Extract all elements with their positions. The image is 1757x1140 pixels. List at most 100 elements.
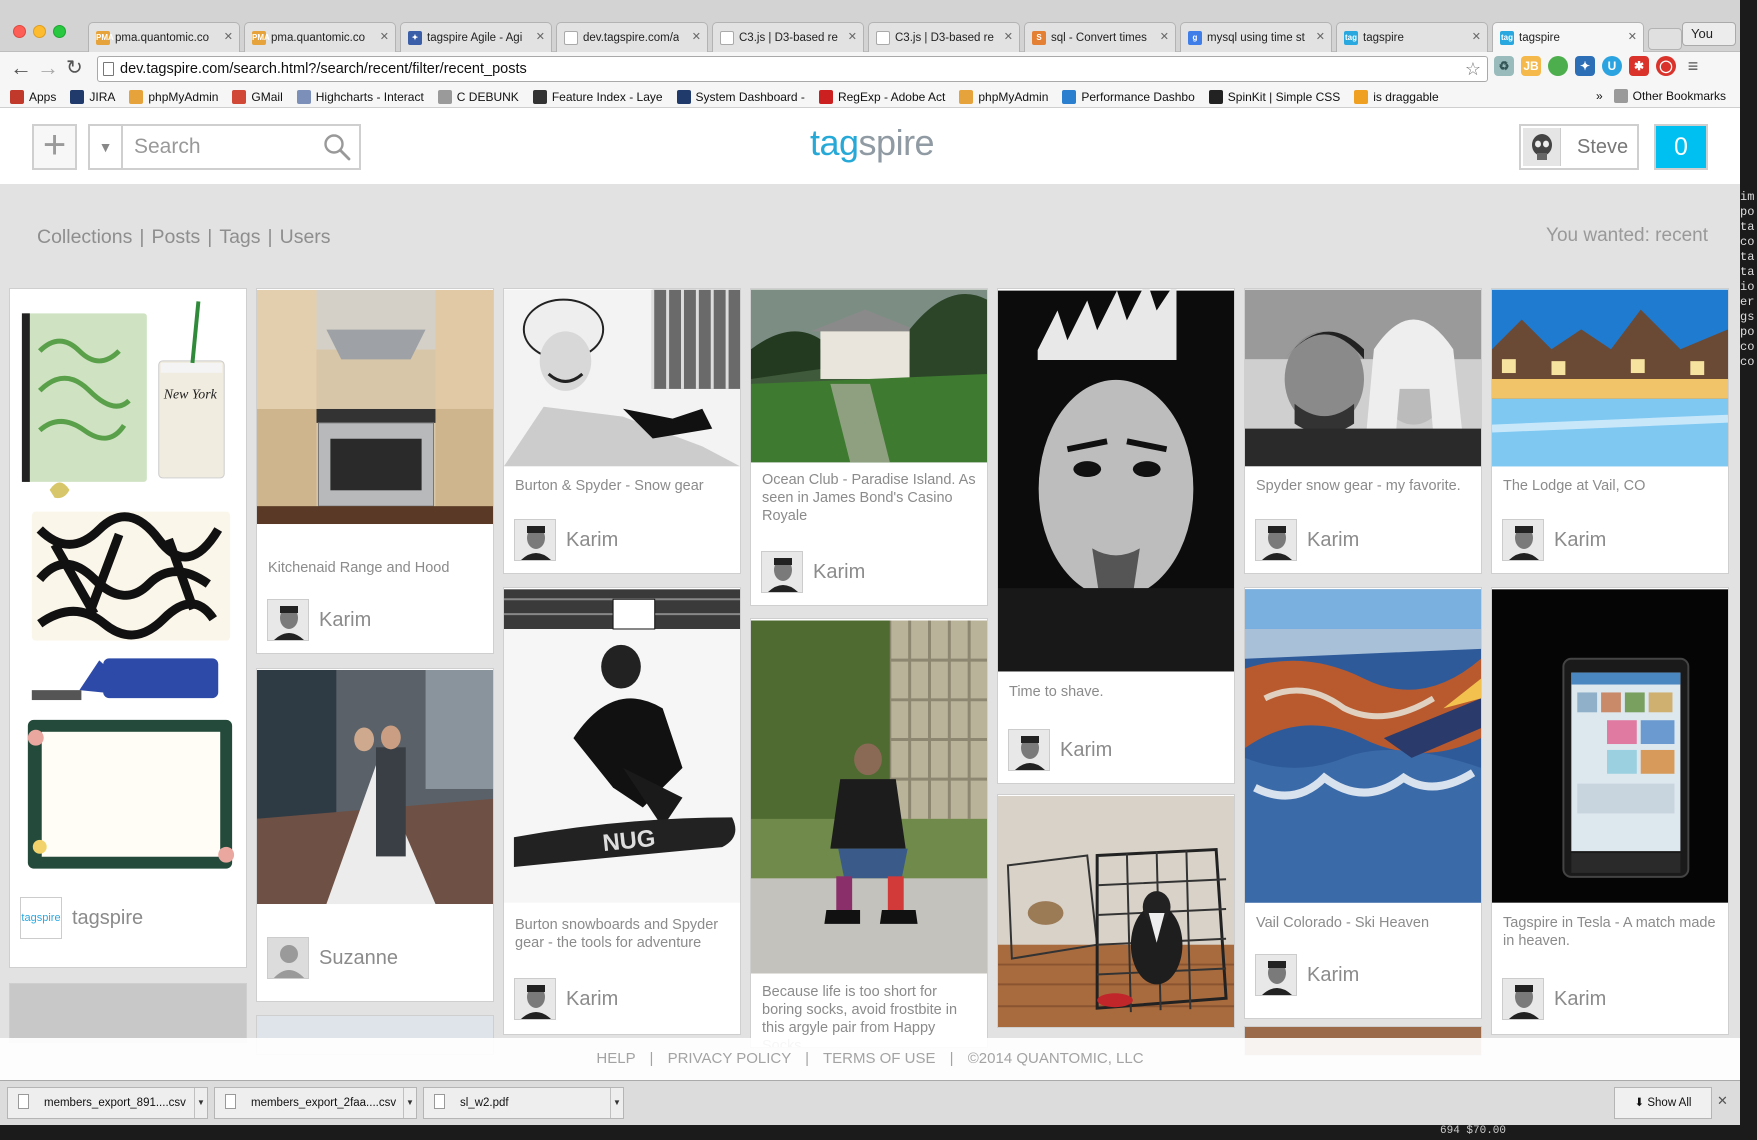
post-card[interactable]: Vail Colorado - Ski Heaven Karim [1244, 587, 1482, 1019]
bookmark-item[interactable]: Apps [10, 89, 56, 104]
post-author[interactable]: Karim [761, 551, 865, 593]
bookmark-item[interactable]: GMail [232, 89, 283, 104]
search-icon[interactable] [323, 133, 351, 161]
post-author[interactable]: Karim [514, 519, 618, 561]
bookmark-item[interactable]: phpMyAdmin [129, 89, 218, 104]
bookmark-item[interactable]: SpinKit | Simple CSS [1208, 89, 1340, 104]
post-card[interactable]: Burton & Spyder - Snow gear Karim [503, 288, 741, 574]
profile-button[interactable]: You [1682, 22, 1736, 46]
post-card[interactable]: Time to shave. Karim [997, 288, 1235, 784]
post-author[interactable]: Karim [1008, 729, 1112, 771]
back-arrow-icon[interactable]: ← [10, 56, 32, 80]
jb-extension-icon[interactable]: JB [1521, 56, 1541, 76]
post-author[interactable]: Karim [1502, 519, 1606, 561]
bookmark-star-icon[interactable]: ☆ [1465, 57, 1481, 81]
post-author[interactable]: Karim [1502, 978, 1606, 1020]
post-card[interactable]: Because life is too short for boring soc… [750, 618, 988, 1048]
browser-tab[interactable]: g mysql using time st ✕ [1180, 22, 1332, 52]
recycle-extension-icon[interactable]: ♻ [1494, 56, 1514, 76]
filter-tags[interactable]: Tags [219, 226, 260, 249]
post-card[interactable]: Ocean Club - Paradise Island. As seen in… [750, 288, 988, 606]
post-card[interactable]: Spyder snow gear - my favorite. Karim [1244, 288, 1482, 574]
bookmark-item[interactable]: phpMyAdmin [959, 89, 1048, 104]
post-card[interactable]: The Lodge at Vail, CO Karim [1491, 288, 1729, 574]
collection-card-partial[interactable] [9, 983, 247, 1043]
add-post-button[interactable]: + [32, 124, 77, 170]
collection-author[interactable]: tagspire tagspire [20, 897, 143, 939]
browser-tab[interactable]: dev.tagspire.com/a ✕ [556, 22, 708, 52]
minimize-window-button[interactable] [33, 25, 46, 38]
show-all-downloads-button[interactable]: ⬇ Show All [1614, 1087, 1712, 1119]
tab-close-icon[interactable]: ✕ [692, 30, 701, 43]
post-card[interactable] [997, 794, 1235, 1028]
reload-icon[interactable]: ↻ [66, 56, 83, 80]
bookmarks-overflow-button[interactable]: » [1596, 89, 1603, 103]
browser-tab[interactable]: PMA pma.quantomic.co ✕ [88, 22, 240, 52]
tab-close-icon[interactable]: ✕ [1160, 30, 1169, 43]
forward-arrow-icon[interactable]: → [37, 56, 59, 80]
bookmark-item[interactable]: C DEBUNK [437, 89, 519, 104]
footer-terms-link[interactable]: TERMS OF USE [823, 1050, 936, 1067]
browser-tab[interactable]: tag tagspire ✕ [1492, 22, 1644, 52]
green-extension-icon[interactable] [1548, 56, 1568, 76]
tab-close-icon[interactable]: ✕ [1004, 30, 1013, 43]
browser-tab[interactable]: tag tagspire ✕ [1336, 22, 1488, 52]
tab-close-icon[interactable]: ✕ [380, 30, 389, 43]
jira-extension-icon[interactable]: ✦ [1575, 56, 1595, 76]
bookmark-item[interactable]: JIRA [70, 89, 115, 104]
close-downloads-icon[interactable]: ✕ [1717, 1093, 1728, 1109]
user-menu[interactable]: Steve [1519, 124, 1639, 170]
tab-close-icon[interactable]: ✕ [1472, 30, 1481, 43]
post-author[interactable]: Karim [267, 599, 371, 641]
u-extension-icon[interactable]: U [1602, 56, 1622, 76]
filter-collections[interactable]: Collections [37, 226, 132, 249]
search-dropdown-button[interactable]: ▼ [90, 126, 123, 168]
download-item[interactable]: members_export_891....csv ▼ [7, 1087, 208, 1119]
collection-card[interactable]: New York tagspire tagspire [9, 288, 247, 968]
tab-close-icon[interactable]: ✕ [224, 30, 233, 43]
tagspire-logo[interactable]: tagspire [810, 122, 935, 164]
post-author[interactable]: Karim [514, 978, 618, 1020]
browser-tab[interactable]: C3.js | D3-based re ✕ [712, 22, 864, 52]
download-item[interactable]: sl_w2.pdf ▼ [423, 1087, 624, 1119]
post-card[interactable]: Kitchenaid Range and Hood Karim [256, 288, 494, 654]
post-author[interactable]: Karim [1255, 519, 1359, 561]
tab-close-icon[interactable]: ✕ [1628, 30, 1637, 43]
menu-icon[interactable]: ≡ [1683, 56, 1703, 76]
download-menu-button[interactable]: ▼ [194, 1088, 207, 1118]
bookmark-item[interactable]: RegExp - Adobe Act [818, 89, 945, 104]
footer-privacy-link[interactable]: PRIVACY POLICY [668, 1050, 791, 1067]
other-bookmarks[interactable]: Other Bookmarks [1613, 89, 1726, 103]
new-tab-button[interactable] [1648, 28, 1682, 50]
bookmark-item[interactable]: is draggable [1354, 89, 1439, 104]
address-bar[interactable]: dev.tagspire.com/search.html?/search/rec… [97, 56, 1488, 82]
bookmark-item[interactable]: Highcharts - Interact [296, 89, 424, 104]
stop-extension-icon[interactable]: ◯ [1656, 56, 1676, 76]
download-item[interactable]: members_export_2faa....csv ▼ [214, 1087, 417, 1119]
browser-tab[interactable]: ✦ tagspire Agile - Agi ✕ [400, 22, 552, 52]
tab-close-icon[interactable]: ✕ [848, 30, 857, 43]
footer-help-link[interactable]: HELP [596, 1050, 635, 1067]
tab-close-icon[interactable]: ✕ [1316, 30, 1325, 43]
download-menu-button[interactable]: ▼ [610, 1088, 623, 1118]
filter-users[interactable]: Users [280, 226, 331, 249]
bookmark-item[interactable]: Feature Index - Laye [532, 89, 663, 104]
browser-tab[interactable]: Ssql - Convert times ✕ [1024, 22, 1176, 52]
bookmark-item[interactable]: Performance Dashbo [1062, 89, 1195, 104]
post-card[interactable]: NUG Burton snowboards and Spyder gear - … [503, 587, 741, 1035]
post-card[interactable]: Tagspire in Tesla - A match made in heav… [1491, 587, 1729, 1035]
notification-count-badge[interactable]: 0 [1654, 124, 1708, 170]
post-card[interactable]: Suzanne [256, 668, 494, 1002]
download-menu-button[interactable]: ▼ [403, 1088, 416, 1118]
bookmark-item[interactable]: System Dashboard - [676, 89, 805, 104]
filter-posts[interactable]: Posts [151, 226, 200, 249]
post-author[interactable]: Karim [1255, 954, 1359, 996]
tab-close-icon[interactable]: ✕ [536, 30, 545, 43]
post-author[interactable]: Suzanne [267, 937, 398, 979]
browser-tab[interactable]: C3.js | D3-based re ✕ [868, 22, 1020, 52]
red-extension-icon[interactable]: ✱ [1629, 56, 1649, 76]
browser-tab[interactable]: PMA pma.quantomic.co ✕ [244, 22, 396, 52]
close-window-button[interactable] [13, 25, 26, 38]
maximize-window-button[interactable] [53, 25, 66, 38]
search-input[interactable] [134, 126, 314, 168]
